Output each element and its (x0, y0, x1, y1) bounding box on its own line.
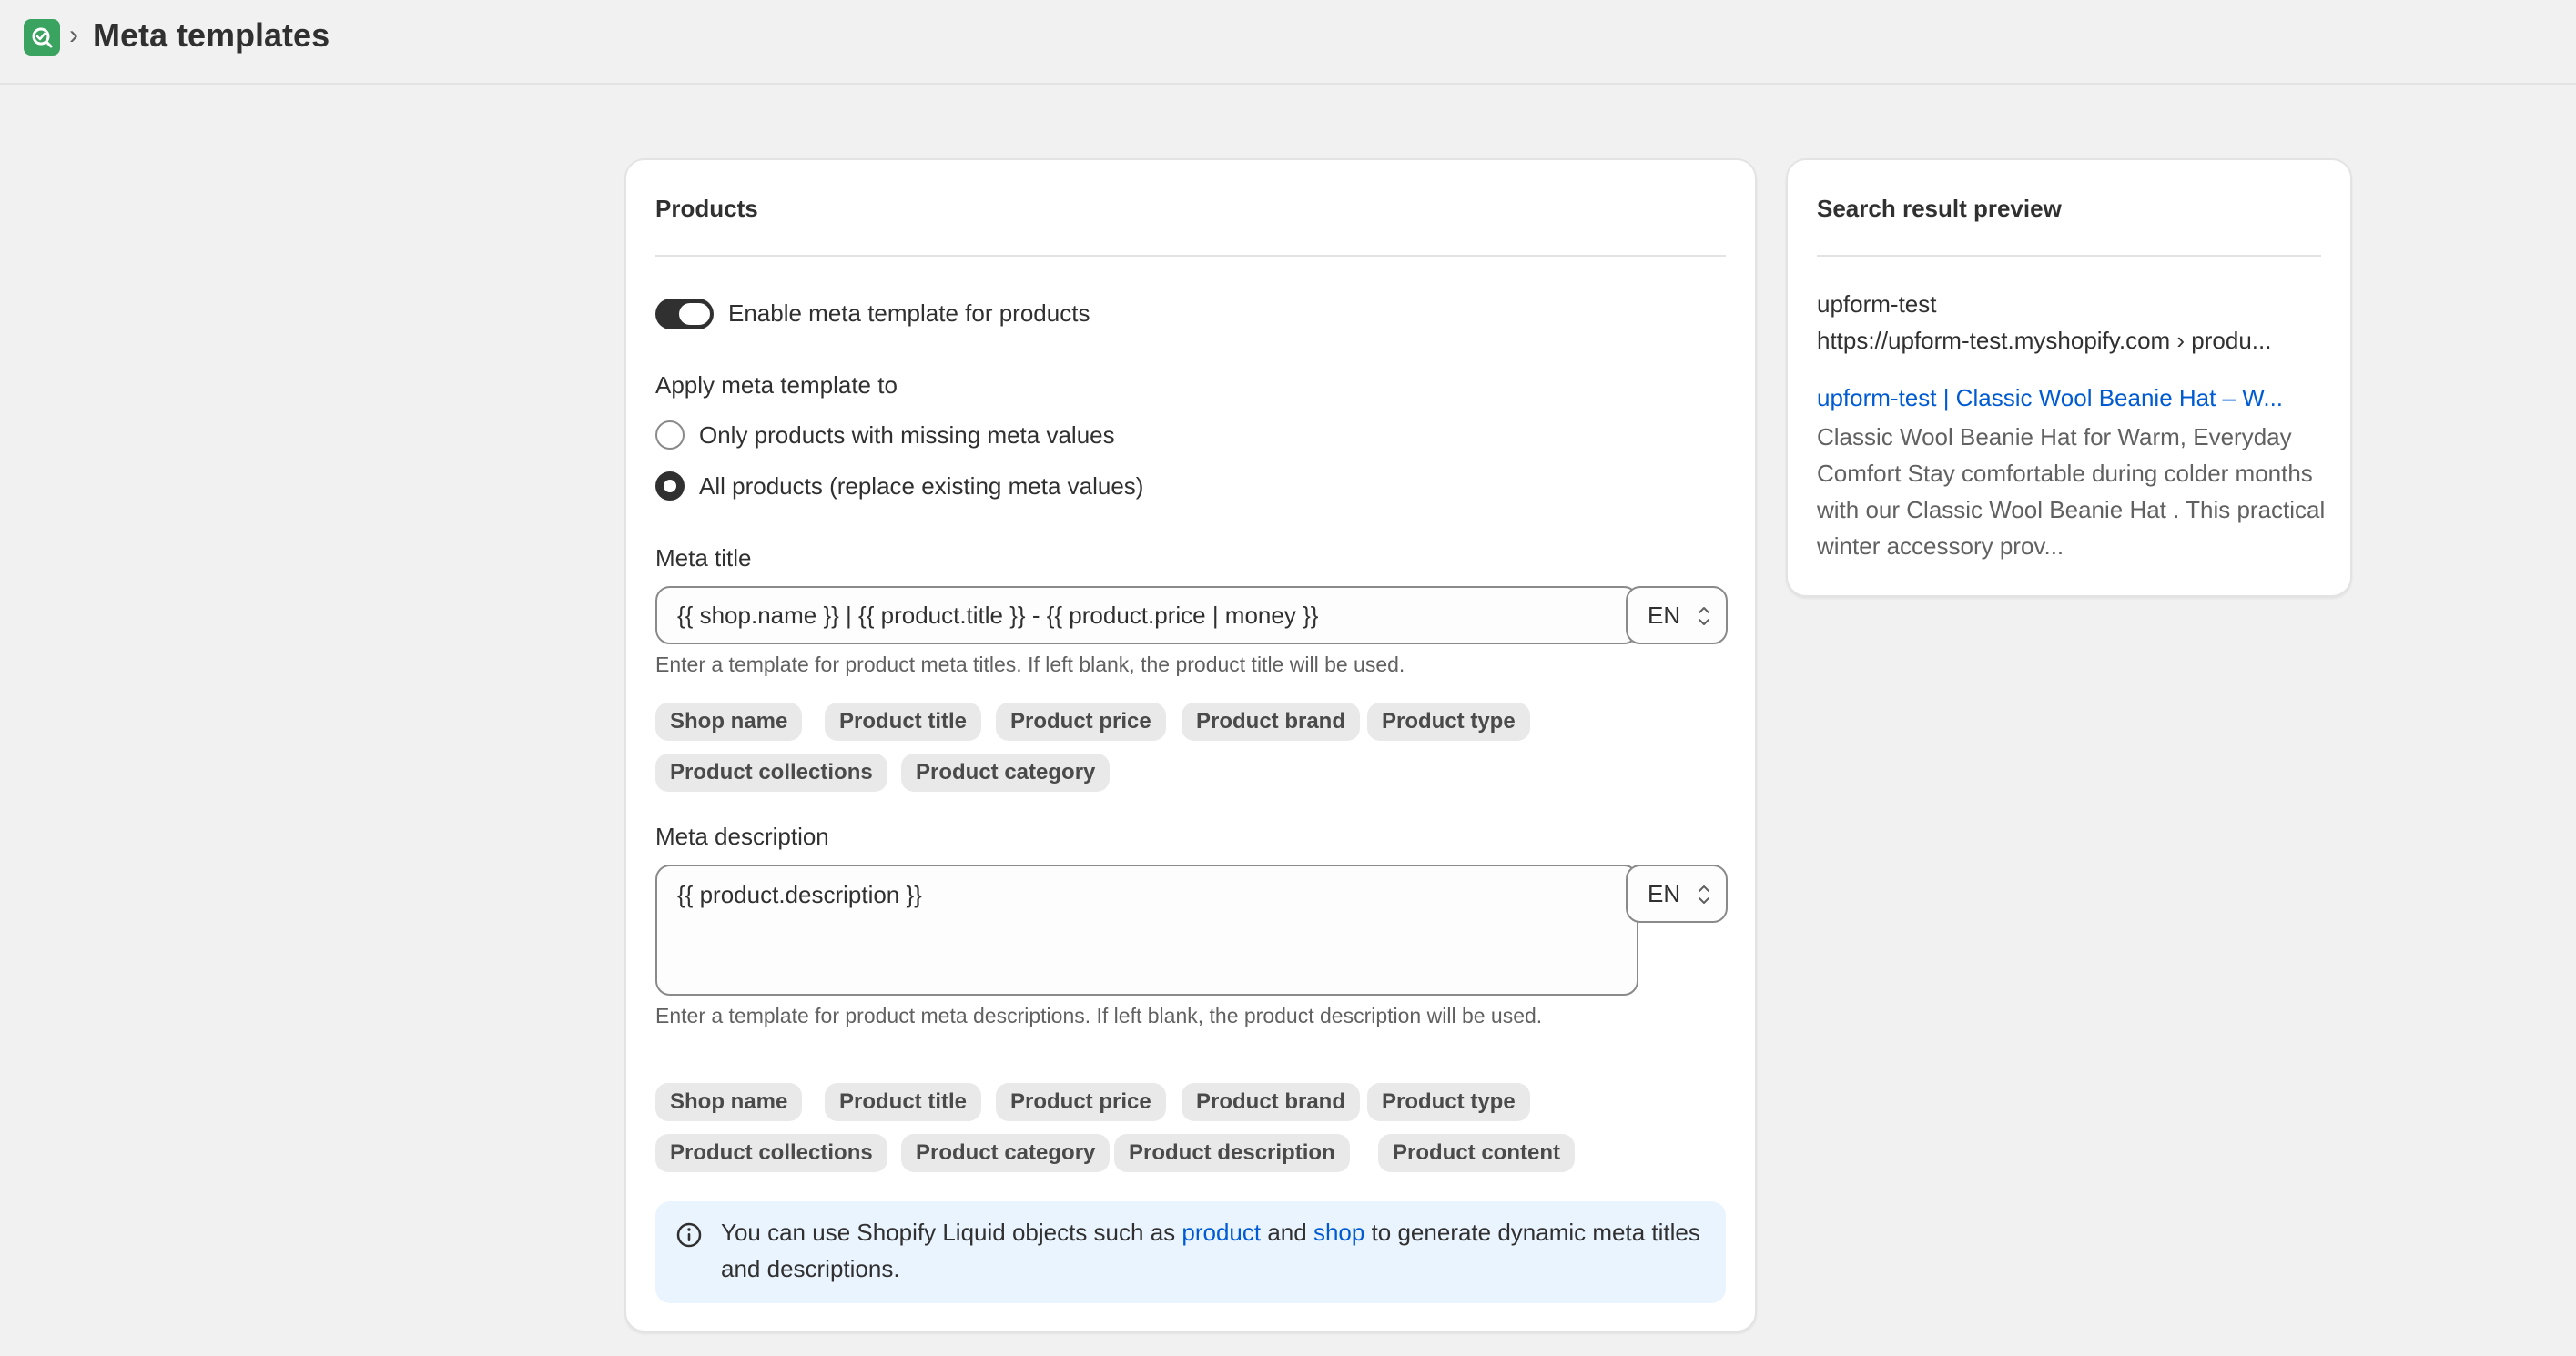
meta-title-input[interactable]: {{ shop.name }} | {{ product.title }} - … (655, 586, 1638, 644)
meta-description-label: Meta description (655, 823, 829, 850)
select-chevron-icon (1699, 607, 1709, 625)
preview-result-description: Classic Wool Beanie Hat for Warm, Everyd… (1817, 423, 2326, 560)
breadcrumb-chevron-icon: › (69, 20, 78, 50)
radio-all-products-label[interactable]: All products (replace existing meta valu… (699, 472, 1143, 501)
meta-description-textarea[interactable]: {{ product.description }} (655, 865, 1638, 996)
meta-description-tag-shop-name[interactable]: Shop name (655, 1083, 803, 1121)
preview-url: https://upform-test.myshopify.com › prod… (1817, 327, 2272, 354)
page-title: Meta templates (93, 16, 330, 54)
meta-description-language-select[interactable]: EN (1626, 865, 1728, 923)
meta-title-help: Enter a template for product meta titles… (655, 653, 1405, 676)
meta-title-language-value: EN (1648, 601, 1681, 629)
info-banner-text: You can use Shopify Liquid objects such … (721, 1214, 1704, 1287)
meta-title-tag-product-title[interactable]: Product title (825, 703, 982, 741)
meta-description-tag-product-category[interactable]: Product category (901, 1134, 1111, 1172)
top-bar: › Meta templates (0, 0, 2576, 85)
preview-result-title: upform-test | Classic Wool Beanie Hat – … (1817, 384, 2284, 411)
toggle-label: Enable meta template for products (728, 299, 1090, 327)
radio-missing-only[interactable] (655, 420, 685, 450)
radio-all-products[interactable] (655, 471, 685, 501)
meta-title-tag-product-type[interactable]: Product type (1367, 703, 1530, 741)
meta-title-language-select[interactable]: EN (1626, 586, 1728, 644)
banner-text-before: You can use Shopify Liquid objects such … (721, 1219, 1182, 1246)
meta-description-tag-product-collections[interactable]: Product collections (655, 1134, 887, 1172)
meta-description-language-value: EN (1648, 879, 1681, 907)
meta-description-tag-product-type[interactable]: Product type (1367, 1083, 1530, 1121)
info-banner: You can use Shopify Liquid objects such … (655, 1201, 1726, 1303)
card-divider (655, 255, 1726, 257)
banner-text-and: and (1261, 1219, 1313, 1246)
meta-title-tag-product-brand[interactable]: Product brand (1182, 703, 1361, 741)
enable-meta-template-toggle[interactable] (655, 299, 714, 329)
meta-title-tag-product-price[interactable]: Product price (996, 703, 1166, 741)
products-card: Products Enable meta template for produc… (624, 158, 1757, 1332)
meta-description-tag-product-brand[interactable]: Product brand (1182, 1083, 1361, 1121)
meta-description-tag-product-title[interactable]: Product title (825, 1083, 982, 1121)
toggle-knob (679, 303, 710, 325)
product-object-link[interactable]: product (1182, 1219, 1261, 1246)
shop-object-link[interactable]: shop (1313, 1219, 1364, 1246)
apply-section-label: Apply meta template to (655, 371, 898, 399)
meta-title-tag-product-collections[interactable]: Product collections (655, 754, 887, 792)
meta-description-tag-product-content[interactable]: Product content (1378, 1134, 1575, 1172)
select-chevron-icon (1699, 885, 1709, 904)
preview-site-name: upform-test (1817, 290, 1937, 318)
app-logo-icon[interactable] (24, 19, 60, 56)
meta-title-label: Meta title (655, 544, 752, 572)
card-divider (1817, 255, 2321, 257)
meta-title-tag-shop-name[interactable]: Shop name (655, 703, 803, 741)
meta-description-tag-product-price[interactable]: Product price (996, 1083, 1166, 1121)
radio-missing-only-label[interactable]: Only products with missing meta values (699, 421, 1115, 450)
meta-description-tag-product-description[interactable]: Product description (1114, 1134, 1350, 1172)
info-icon (676, 1222, 702, 1248)
meta-title-tag-product-category[interactable]: Product category (901, 754, 1111, 792)
search-preview-card: Search result preview upform-test https:… (1786, 158, 2352, 597)
meta-description-help: Enter a template for product meta descri… (655, 1004, 1543, 1027)
products-card-title: Products (655, 195, 758, 222)
search-preview-title: Search result preview (1817, 195, 2062, 222)
